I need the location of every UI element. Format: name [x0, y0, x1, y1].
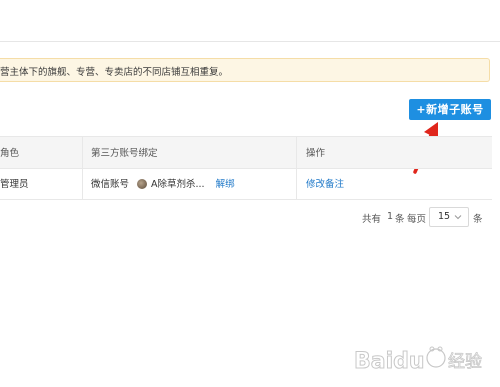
- avatar: [137, 178, 148, 189]
- bound-account-name: A除草剂杀...: [151, 179, 205, 190]
- add-sub-account-button[interactable]: +新增子账号: [409, 99, 491, 120]
- notice-banner: 营主体下的旗舰、专营、专卖店的不同店铺互相重复。: [0, 58, 490, 82]
- chevron-down-icon: [454, 215, 462, 220]
- unbind-link[interactable]: 解绑: [216, 179, 235, 190]
- column-divider: [82, 169, 83, 199]
- sub-account-table: 角色 第三方账号绑定 操作 管理员 微信账号 A除草剂杀... 解绑 修改备注: [0, 136, 492, 200]
- per-page-label: 每页: [407, 214, 427, 225]
- role-cell: 管理员: [0, 179, 29, 190]
- bind-type-label: 微信账号: [91, 179, 130, 190]
- svg-text:经验: 经验: [448, 352, 482, 372]
- total-count: 1: [387, 211, 394, 222]
- table-row: 管理员 微信账号 A除草剂杀... 解绑 修改备注: [0, 169, 492, 200]
- bind-cell: 微信账号 A除草剂杀... 解绑: [91, 169, 235, 199]
- notice-text: 营主体下的旗舰、专营、专卖店的不同店铺互相重复。: [0, 67, 229, 78]
- page-size-value: 15: [438, 211, 451, 222]
- column-header-third-party: 第三方账号绑定: [91, 148, 158, 159]
- page-size-select[interactable]: 15: [429, 207, 469, 227]
- column-divider: [296, 169, 297, 199]
- column-divider: [82, 137, 83, 168]
- baidu-jingyan-watermark: Baidu 经验: [354, 346, 482, 375]
- header-divider: [0, 41, 500, 42]
- column-header-role: 角色: [0, 148, 20, 159]
- total-suffix: 条: [395, 214, 405, 225]
- edit-note-link[interactable]: 修改备注: [306, 169, 344, 199]
- per-page-suffix: 条: [473, 214, 483, 225]
- table-header: 角色 第三方账号绑定 操作: [0, 136, 492, 169]
- column-divider: [296, 137, 297, 168]
- column-header-operation: 操作: [306, 148, 326, 159]
- total-prefix: 共有: [362, 214, 382, 225]
- svg-text:Baidu: Baidu: [354, 349, 425, 374]
